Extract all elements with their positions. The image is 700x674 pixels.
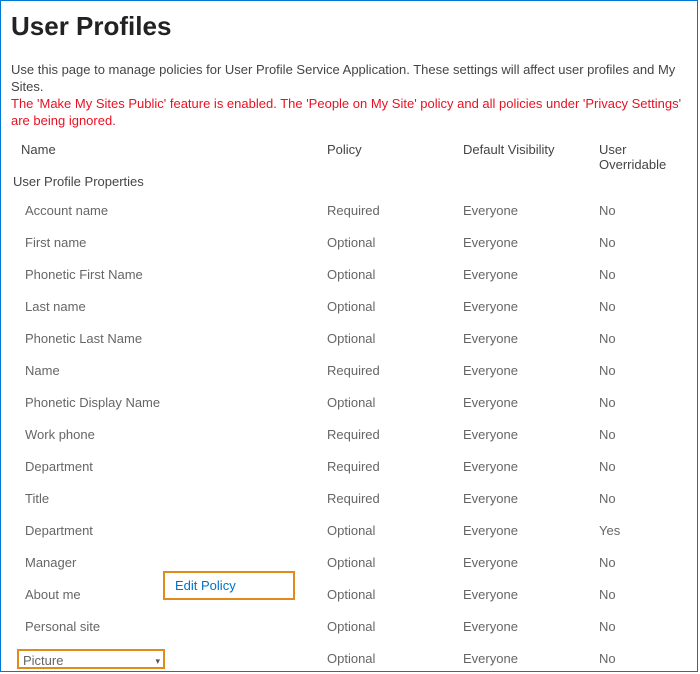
- property-name[interactable]: Phonetic Display Name: [21, 393, 313, 413]
- table-header-row: Name Policy Default Visibility User Over…: [11, 140, 689, 172]
- context-menu: Edit Policy: [163, 571, 295, 600]
- property-policy: Optional: [317, 611, 453, 643]
- property-visibility: Everyone: [453, 451, 589, 483]
- property-overridable: No: [589, 483, 689, 515]
- property-policy: Optional: [317, 387, 453, 419]
- property-policy: Required: [317, 483, 453, 515]
- col-header-visibility: Default Visibility: [453, 140, 589, 172]
- property-visibility: Everyone: [453, 419, 589, 451]
- property-policy: Optional: [317, 259, 453, 291]
- property-visibility: Everyone: [453, 611, 589, 643]
- property-overridable: No: [589, 547, 689, 579]
- property-visibility: Everyone: [453, 515, 589, 547]
- table-row: DepartmentRequiredEveryoneNo: [11, 451, 689, 483]
- page-description: Use this page to manage policies for Use…: [11, 62, 687, 96]
- property-visibility: Everyone: [453, 355, 589, 387]
- property-overridable: No: [589, 419, 689, 451]
- property-policy: Optional: [317, 227, 453, 259]
- property-name[interactable]: Name: [21, 361, 313, 381]
- property-policy: Optional: [317, 547, 453, 579]
- property-policy: Optional: [317, 291, 453, 323]
- property-name[interactable]: Department: [21, 457, 313, 477]
- property-overridable: No: [589, 259, 689, 291]
- property-overridable: No: [589, 387, 689, 419]
- section-header-row: User Profile Properties: [11, 172, 689, 195]
- property-policy: Required: [317, 195, 453, 227]
- property-overridable: No: [589, 323, 689, 355]
- property-name[interactable]: Department: [21, 521, 313, 541]
- warning-text: The 'Make My Sites Public' feature is en…: [11, 96, 687, 130]
- property-visibility: Everyone: [453, 387, 589, 419]
- property-name[interactable]: Account name: [21, 201, 313, 221]
- property-overridable: No: [589, 355, 689, 387]
- section-header: User Profile Properties: [11, 172, 689, 195]
- property-visibility: Everyone: [453, 483, 589, 515]
- property-policy: Required: [317, 419, 453, 451]
- table-row: Phonetic Display NameOptionalEveryoneNo: [11, 387, 689, 419]
- property-visibility: Everyone: [453, 195, 589, 227]
- col-header-policy: Policy: [317, 140, 453, 172]
- property-policy: Optional: [317, 515, 453, 547]
- property-visibility: Everyone: [453, 291, 589, 323]
- col-header-overridable: User Overridable: [589, 140, 689, 172]
- property-policy: Optional: [317, 579, 453, 611]
- property-policy: Required: [317, 451, 453, 483]
- property-overridable: No: [589, 227, 689, 259]
- table-row: DepartmentOptionalEveryoneYes: [11, 515, 689, 547]
- property-name[interactable]: First name: [21, 233, 313, 253]
- app-frame: User Profiles Use this page to manage po…: [0, 0, 698, 672]
- table-row: Phonetic Last NameOptionalEveryoneNo: [11, 323, 689, 355]
- property-overridable: Yes: [589, 515, 689, 547]
- property-overridable: No: [589, 579, 689, 611]
- property-name[interactable]: Personal site: [21, 617, 313, 637]
- table-row: Picture OptionalEveryoneNo: [11, 643, 689, 672]
- property-name[interactable]: Phonetic First Name: [21, 265, 313, 285]
- property-name[interactable]: Phonetic Last Name: [21, 329, 313, 349]
- property-overridable: No: [589, 643, 689, 672]
- property-overridable: No: [589, 195, 689, 227]
- property-policy: Optional: [317, 643, 453, 672]
- property-visibility: Everyone: [453, 227, 589, 259]
- property-policy: Required: [317, 355, 453, 387]
- table-row: NameRequiredEveryoneNo: [11, 355, 689, 387]
- page-title: User Profiles: [11, 11, 687, 42]
- col-header-name: Name: [11, 140, 317, 172]
- property-visibility: Everyone: [453, 643, 589, 672]
- table-row: Last nameOptionalEveryoneNo: [11, 291, 689, 323]
- property-overridable: No: [589, 291, 689, 323]
- properties-table: Name Policy Default Visibility User Over…: [11, 140, 689, 672]
- table-row: Personal siteOptionalEveryoneNo: [11, 611, 689, 643]
- property-name[interactable]: Last name: [21, 297, 313, 317]
- menu-item-edit-policy[interactable]: Edit Policy: [165, 573, 293, 598]
- property-name[interactable]: Manager: [21, 553, 313, 573]
- table-row: First nameOptionalEveryoneNo: [11, 227, 689, 259]
- table-row: Account nameRequiredEveryoneNo: [11, 195, 689, 227]
- property-name[interactable]: Title: [21, 489, 313, 509]
- property-visibility: Everyone: [453, 547, 589, 579]
- table-row: ManagerOptionalEveryoneNo: [11, 547, 689, 579]
- property-visibility: Everyone: [453, 259, 589, 291]
- property-name[interactable]: Work phone: [21, 425, 313, 445]
- table-row: Phonetic First NameOptionalEveryoneNo: [11, 259, 689, 291]
- table-row: About meOptionalEveryoneNo: [11, 579, 689, 611]
- property-visibility: Everyone: [453, 579, 589, 611]
- table-row: Work phoneRequiredEveryoneNo: [11, 419, 689, 451]
- property-name[interactable]: Picture: [17, 649, 165, 669]
- property-overridable: No: [589, 451, 689, 483]
- property-visibility: Everyone: [453, 323, 589, 355]
- property-policy: Optional: [317, 323, 453, 355]
- property-overridable: No: [589, 611, 689, 643]
- table-row: TitleRequiredEveryoneNo: [11, 483, 689, 515]
